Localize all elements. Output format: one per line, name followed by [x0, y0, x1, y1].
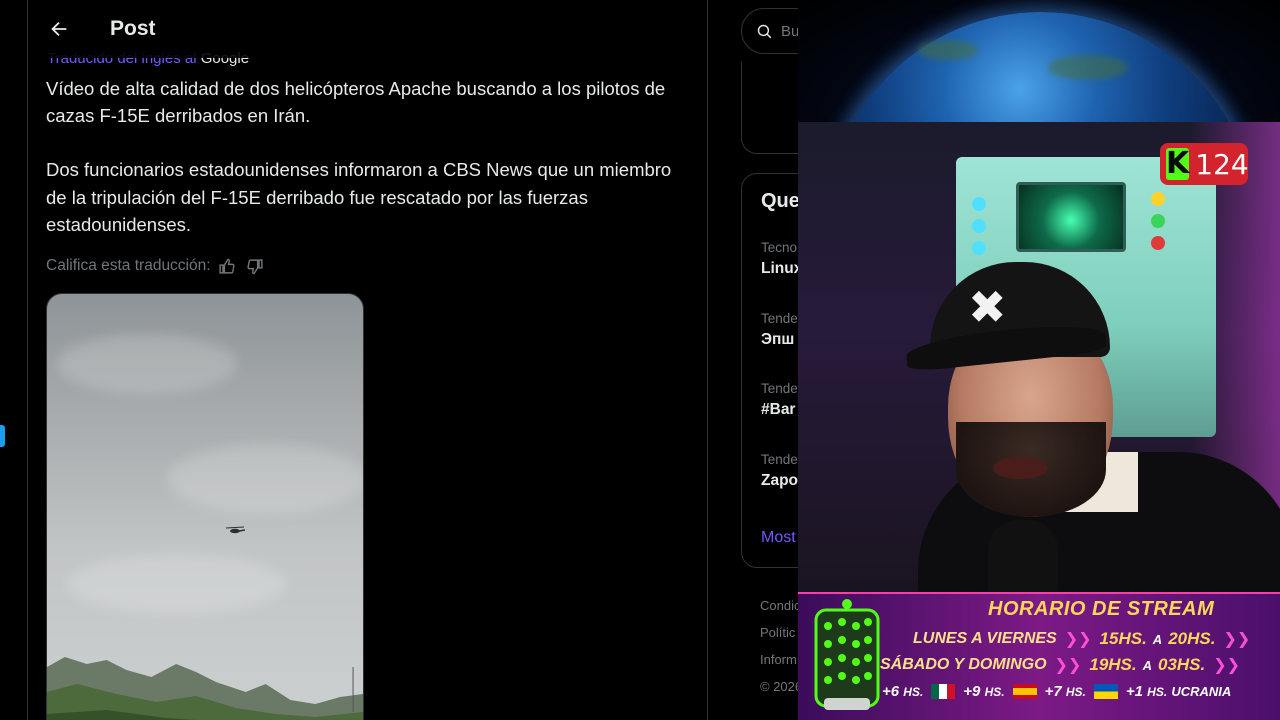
- double-chevron-icon: ❯❯: [1054, 657, 1082, 674]
- rate-translation: Califica esta traducción:: [46, 254, 269, 278]
- thumbs-down-icon: [247, 258, 263, 274]
- footer-link[interactable]: Polític: [760, 619, 802, 646]
- land-shape: [918, 40, 978, 60]
- post-paragraph: Vídeo de alta calidad de dos helicóptero…: [46, 78, 666, 127]
- double-chevron-icon: ❯❯: [1064, 631, 1092, 648]
- footer-link[interactable]: Condic: [760, 592, 802, 619]
- tz-offset: +9: [963, 683, 981, 700]
- viewer-count: 124: [1195, 147, 1249, 181]
- schedule-to: 03HS.: [1158, 655, 1206, 674]
- cloud-shape: [167, 444, 363, 514]
- footer-link[interactable]: Inform: [760, 646, 802, 673]
- schedule-title: HORARIO DE STREAM: [988, 598, 1215, 620]
- tz-unit: HS.: [903, 684, 924, 699]
- radar-screen: [1016, 182, 1126, 252]
- double-chevron-icon: ❯❯: [1213, 657, 1241, 674]
- spain-flag-icon: [1012, 684, 1037, 699]
- earth-globe: [826, 12, 1256, 122]
- post-video[interactable]: [46, 293, 364, 720]
- console-light: [1151, 214, 1165, 228]
- console-light: [972, 197, 986, 211]
- schedule-days: LUNES A VIERNES: [913, 630, 1057, 647]
- cloud-shape: [67, 554, 287, 614]
- thumbs-down-button[interactable]: [243, 254, 269, 278]
- console-light: [1151, 236, 1165, 250]
- tz-unit: HS.: [1065, 684, 1086, 699]
- mexico-flag-icon: [931, 684, 956, 699]
- ukraine-flag-icon: [1093, 684, 1118, 699]
- post-header: Post: [28, 0, 707, 58]
- console-light: [972, 219, 986, 233]
- land-shape: [1048, 55, 1128, 80]
- left-nav-strip: [0, 0, 27, 720]
- thumbs-up-icon: [219, 258, 235, 274]
- footer-link: © 2026: [760, 679, 803, 694]
- hills-shape: [47, 657, 363, 720]
- search-icon: [757, 24, 772, 38]
- console-light: [972, 241, 986, 255]
- microphone: [988, 520, 1058, 592]
- post-body: Vídeo de alta calidad de dos helicóptero…: [46, 75, 696, 265]
- earth-banner: [798, 0, 1280, 122]
- schedule-days: SÁBADO Y DOMINGO: [880, 656, 1047, 673]
- kick-logo-icon: K: [1166, 146, 1190, 181]
- back-button[interactable]: [42, 12, 76, 46]
- console-light: [1151, 192, 1165, 206]
- tz-unit: HS.: [984, 684, 1005, 699]
- schedule-from: 19HS.: [1089, 655, 1137, 674]
- tz-label: UCRANIA: [1171, 684, 1232, 699]
- kick-viewer-badge: K 124: [1160, 143, 1249, 185]
- arrow-left-icon: [51, 21, 67, 37]
- show-more-link[interactable]: Most: [761, 529, 796, 547]
- timezone-row: +6 HS. +9 HS. +7 HS. +1 HS. UCRANIA: [882, 683, 1231, 700]
- person-mouth: [993, 457, 1048, 479]
- nav-indicator[interactable]: [0, 425, 5, 447]
- tz-offset: +1: [1125, 683, 1143, 700]
- schedule-from: 15HS.: [1099, 629, 1147, 648]
- cap-x-logo: ✖: [968, 280, 1007, 334]
- tz-offset: +6: [882, 683, 900, 700]
- webcam-feed: ✖: [798, 122, 1280, 592]
- schedule-sep: A: [1142, 657, 1152, 673]
- tz-unit: HS.: [1147, 684, 1168, 699]
- rate-translation-label: Califica esta traducción:: [46, 257, 211, 274]
- cloud-shape: [57, 334, 237, 394]
- page-title: Post: [110, 17, 156, 40]
- schedule-sep: A: [1152, 631, 1163, 647]
- trends-title: Que: [761, 190, 800, 212]
- post-paragraph: Dos funcionarios estadounidenses informa…: [46, 159, 672, 235]
- helicopter-shape: [225, 526, 245, 534]
- tz-offset: +7: [1044, 683, 1062, 700]
- thumbs-up-button[interactable]: [214, 254, 240, 278]
- robot-mascot-icon: [814, 599, 880, 710]
- double-chevron-icon: ❯❯: [1223, 631, 1251, 648]
- post-column: Post Traducido del inglés al Google Víde…: [27, 0, 708, 720]
- footer-links: Condic Polític Inform © 2026: [760, 592, 802, 700]
- schedule-to: 20HS.: [1168, 629, 1216, 648]
